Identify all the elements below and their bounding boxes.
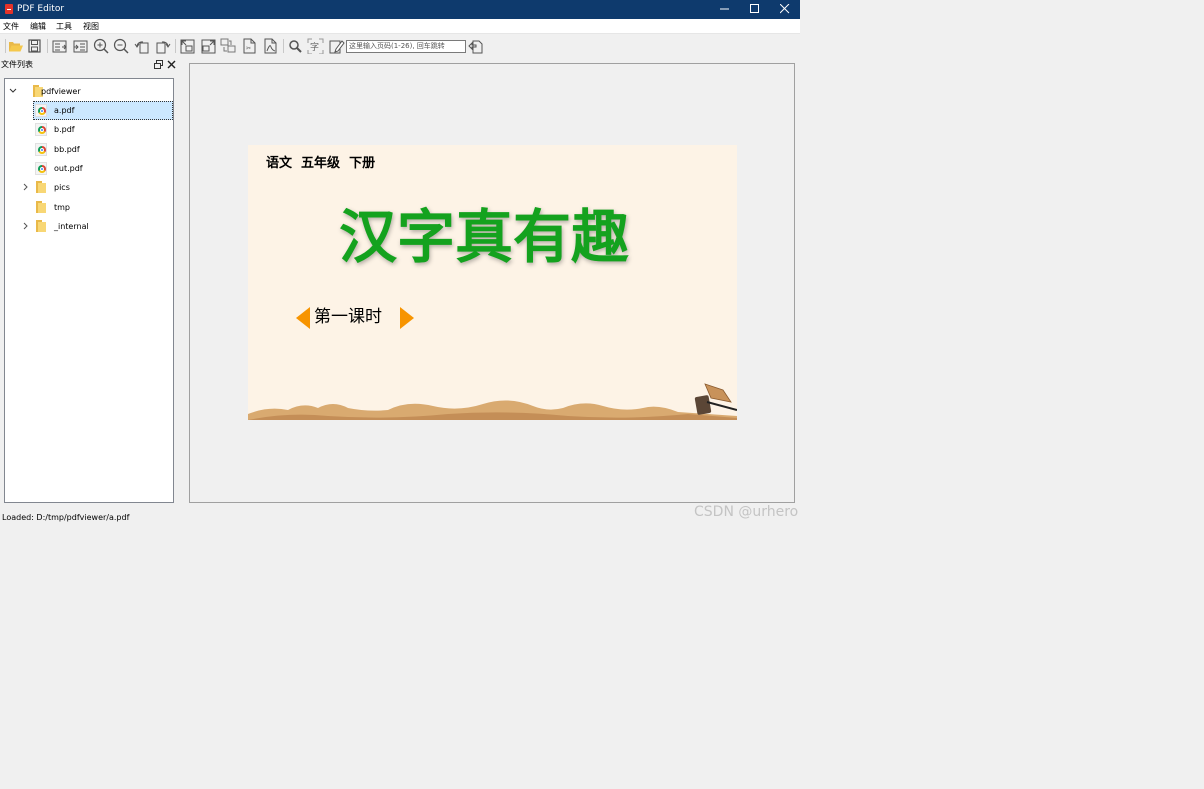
minimize-icon <box>720 8 729 10</box>
pdf-file-icon <box>35 123 47 136</box>
page-title: 汉字真有趣 <box>339 203 630 271</box>
cut-pdf-button[interactable]: ✂ <box>241 38 258 54</box>
status-bar: Loaded: D:/tmp/pdfviewer/a.pdf <box>2 513 130 522</box>
zoom-out-icon <box>113 38 129 54</box>
folder-icon <box>36 181 46 194</box>
watermark: CSDN @urhero <box>694 504 799 520</box>
toolbar: ✂ 字 这里输入页码(1-26), 回车跳转 <box>0 35 800 57</box>
chevron-down-icon[interactable] <box>9 87 17 95</box>
title-bar: PDF Editor <box>0 0 800 19</box>
rotate-left-icon <box>134 41 149 54</box>
search-icon <box>289 40 302 53</box>
menu-bar: 文件 编辑 工具 视图 <box>0 19 800 34</box>
file-list-title: 文件列表 <box>1 60 33 69</box>
hills-decoration <box>248 400 737 420</box>
arrow-right-icon <box>400 307 414 329</box>
search-button[interactable] <box>287 38 304 54</box>
tree-item-label: b.pdf <box>54 125 75 134</box>
file-list-dock-header: 文件列表 <box>0 58 178 71</box>
save-icon <box>28 39 41 53</box>
tree-item-file[interactable]: a.pdf <box>5 101 173 120</box>
app-icon <box>5 4 13 14</box>
text-button[interactable]: 字 <box>307 38 324 54</box>
maximize-button[interactable] <box>740 0 770 19</box>
tree-item-folder[interactable]: tmp <box>5 198 173 217</box>
rotate-left-button[interactable] <box>134 38 151 54</box>
inkstone-decoration <box>694 383 737 415</box>
menu-view[interactable]: 视图 <box>83 21 99 32</box>
toolbar-separator <box>283 39 284 53</box>
go-page-icon <box>468 40 483 54</box>
arrow-left-icon <box>296 307 310 329</box>
open-folder-icon <box>9 42 23 52</box>
extract-images-icon <box>180 39 195 54</box>
tree-item-folder[interactable]: _internal <box>5 217 173 236</box>
svg-text:字: 字 <box>310 41 319 53</box>
toolbar-separator <box>47 39 48 53</box>
dock-float-icon[interactable] <box>154 60 163 69</box>
export-images-icon <box>201 39 216 54</box>
import-icon <box>73 40 88 53</box>
lesson-banner: 第一课时 <box>296 305 414 329</box>
tree-item-label: a.pdf <box>54 106 75 115</box>
chevron-right-icon[interactable] <box>22 222 30 230</box>
pdf-file-icon <box>35 104 47 117</box>
close-icon <box>780 4 790 14</box>
page-subject-heading: 语文 五年级 下册 <box>266 156 376 171</box>
tree-item-label: pics <box>54 183 70 192</box>
zoom-in-icon <box>93 38 109 54</box>
rotate-right-button[interactable] <box>154 38 171 54</box>
edit-icon <box>329 40 345 54</box>
svg-text:✂: ✂ <box>246 45 251 52</box>
toolbar-separator <box>175 39 176 53</box>
extract-images-button[interactable] <box>179 38 196 54</box>
menu-tools[interactable]: 工具 <box>56 21 72 32</box>
chevron-right-icon[interactable] <box>22 183 30 191</box>
tree-item-label: tmp <box>54 203 71 212</box>
tree-item-label: bb.pdf <box>54 145 80 154</box>
close-button[interactable] <box>770 0 800 19</box>
open-button[interactable] <box>7 38 24 54</box>
tree-item-label: pdfviewer <box>41 87 81 96</box>
edit-button[interactable] <box>328 38 345 54</box>
pdf-icon <box>264 38 277 54</box>
pdf-file-icon <box>35 162 47 175</box>
zoom-out-button[interactable] <box>113 38 130 54</box>
pdf-button[interactable] <box>262 38 279 54</box>
tree-item-file[interactable]: out.pdf <box>5 159 173 178</box>
tree-item-root[interactable]: pdfviewer <box>5 82 173 101</box>
rotate-right-icon <box>156 41 171 54</box>
tree-item-file[interactable]: bb.pdf <box>5 140 173 159</box>
maximize-icon <box>750 4 759 13</box>
file-tree[interactable]: pdfviewer a.pdf b.pdf bb.pdf out.pdf pic… <box>4 78 174 503</box>
convert-images-button[interactable] <box>220 38 237 54</box>
lesson-label: 第一课时 <box>314 307 382 327</box>
export-images-button[interactable] <box>200 38 217 54</box>
menu-edit[interactable]: 编辑 <box>30 21 46 32</box>
pdf-viewer[interactable]: 语文 五年级 下册 汉字真有趣 第一课时 <box>189 63 795 503</box>
save-button[interactable] <box>26 38 43 54</box>
export-button[interactable] <box>51 38 68 54</box>
convert-images-icon <box>220 38 236 53</box>
page-number-input[interactable]: 这里输入页码(1-26), 回车跳转 <box>346 40 466 53</box>
folder-icon <box>36 220 46 233</box>
tree-item-folder[interactable]: pics <box>5 178 173 197</box>
minimize-button[interactable] <box>710 0 740 19</box>
cut-pdf-icon: ✂ <box>243 38 256 54</box>
pdf-file-icon <box>35 143 47 156</box>
tree-item-label: _internal <box>54 222 89 231</box>
pdf-page[interactable]: 语文 五年级 下册 汉字真有趣 第一课时 <box>248 145 737 420</box>
tree-item-label: out.pdf <box>54 164 83 173</box>
go-page-button[interactable] <box>468 38 485 54</box>
window-title: PDF Editor <box>17 4 65 14</box>
dock-close-icon[interactable] <box>167 60 176 69</box>
text-icon: 字 <box>307 38 324 54</box>
export-icon <box>52 40 67 53</box>
menu-file[interactable]: 文件 <box>3 21 19 32</box>
tree-item-file[interactable]: b.pdf <box>5 120 173 139</box>
toolbar-grip <box>5 39 6 53</box>
zoom-in-button[interactable] <box>93 38 110 54</box>
import-button[interactable] <box>72 38 89 54</box>
folder-icon <box>36 201 46 214</box>
